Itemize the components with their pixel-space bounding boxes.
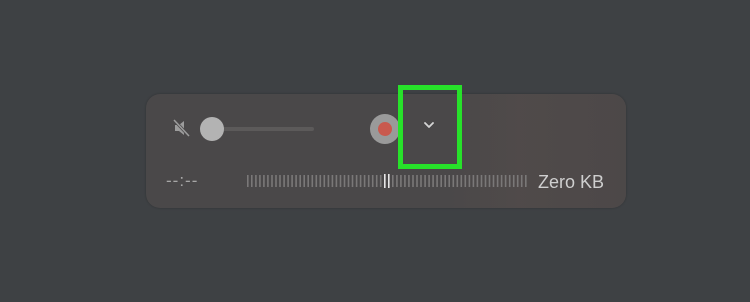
level-tick [299,175,301,187]
level-tick [351,175,354,187]
level-tick [484,175,487,187]
level-tick [525,175,527,187]
level-tick [307,175,309,187]
level-tick [355,175,358,187]
level-tick [371,175,374,187]
level-tick [488,175,491,187]
level-tick [412,175,414,187]
level-tick [335,175,338,187]
level-tick [319,175,322,187]
level-tick [408,175,410,187]
level-tick [400,175,402,187]
level-tick [295,175,297,187]
level-tick [512,175,515,187]
audio-level-meter [246,174,528,188]
level-tick [339,175,342,187]
level-tick [464,175,467,187]
level-tick [367,175,370,187]
level-tick [500,175,503,187]
level-tick [428,175,430,187]
level-tick [436,175,438,187]
screen-stage: --:-- Zero KB [0,0,750,302]
level-tick [347,175,350,187]
level-tick [331,175,334,187]
level-tick [251,175,253,187]
level-tick [392,175,394,187]
level-tick [291,175,293,187]
level-tick [504,175,507,187]
level-tick [468,175,471,187]
level-tick [303,175,305,187]
level-tick [476,175,479,187]
level-tick [384,174,386,188]
level-tick [255,175,257,187]
level-tick [452,175,455,187]
speaker-muted-icon [172,118,191,138]
level-tick [263,175,265,187]
level-tick [271,175,273,187]
level-tick [267,175,269,187]
level-tick [311,175,314,187]
level-tick [404,175,406,187]
level-tick [456,175,459,187]
level-tick [424,175,426,187]
volume-knob[interactable] [200,117,224,141]
level-tick [379,175,382,187]
volume-track [212,127,314,131]
level-tick [480,175,483,187]
level-tick [388,174,390,188]
level-tick [315,175,318,187]
level-tick [327,175,330,187]
level-tick [516,175,519,187]
level-tick [275,175,277,187]
file-size-label: Zero KB [538,172,605,192]
level-tick [363,175,366,187]
level-tick [287,175,289,187]
level-tick [359,175,362,187]
chevron-down-icon [424,122,434,128]
level-tick [460,175,463,187]
record-dot-icon [378,122,392,136]
level-tick [432,175,434,187]
level-tick [496,175,499,187]
level-tick [375,175,378,187]
level-tick [279,175,281,187]
level-tick [323,175,326,187]
level-tick [472,175,475,187]
level-tick [259,175,261,187]
level-meter-ticks [247,174,527,188]
level-tick [520,175,523,187]
level-tick [420,175,422,187]
level-tick [440,175,442,187]
level-tick [247,175,249,187]
level-tick [283,175,285,187]
volume-slider[interactable] [200,116,314,142]
mute-button[interactable] [172,117,192,139]
level-tick [492,175,495,187]
level-tick [508,175,511,187]
level-tick [396,175,398,187]
elapsed-time-label: --:-- [166,171,199,190]
level-tick [448,175,450,187]
level-tick [444,175,446,187]
record-button[interactable] [370,114,400,144]
options-dropdown-button[interactable] [398,85,462,169]
level-tick [416,175,418,187]
level-tick [343,175,346,187]
